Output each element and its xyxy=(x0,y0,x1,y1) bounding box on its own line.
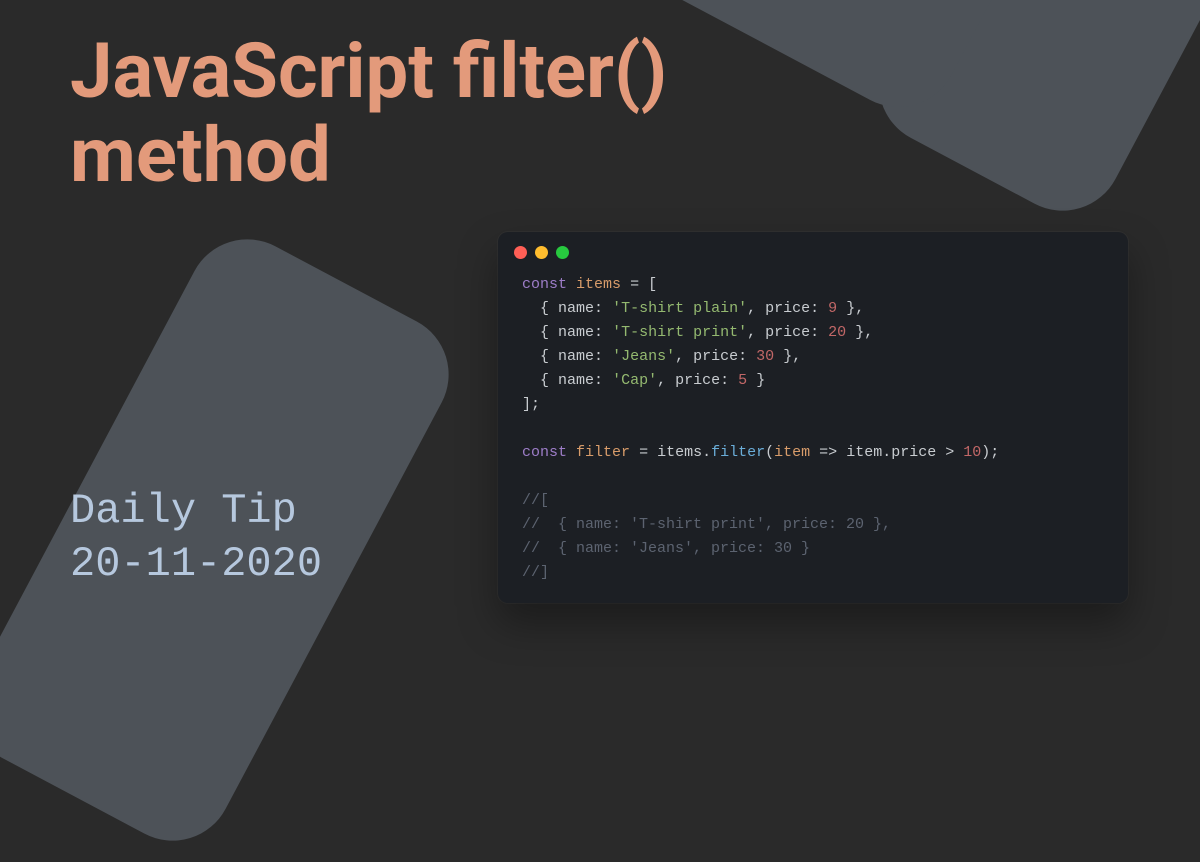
maximize-icon xyxy=(556,246,569,259)
subtitle-date: 20-11-2020 xyxy=(70,538,322,591)
close-icon xyxy=(514,246,527,259)
code-block: const items = [ { name: 'T-shirt plain',… xyxy=(498,269,1128,585)
window-titlebar xyxy=(498,232,1128,269)
page-title: JavaScript filter() method xyxy=(70,30,790,197)
minimize-icon xyxy=(535,246,548,259)
code-window: const items = [ { name: 'T-shirt plain',… xyxy=(498,232,1128,603)
subtitle-label: Daily Tip xyxy=(70,485,322,538)
subtitle: Daily Tip 20-11-2020 xyxy=(70,485,322,590)
